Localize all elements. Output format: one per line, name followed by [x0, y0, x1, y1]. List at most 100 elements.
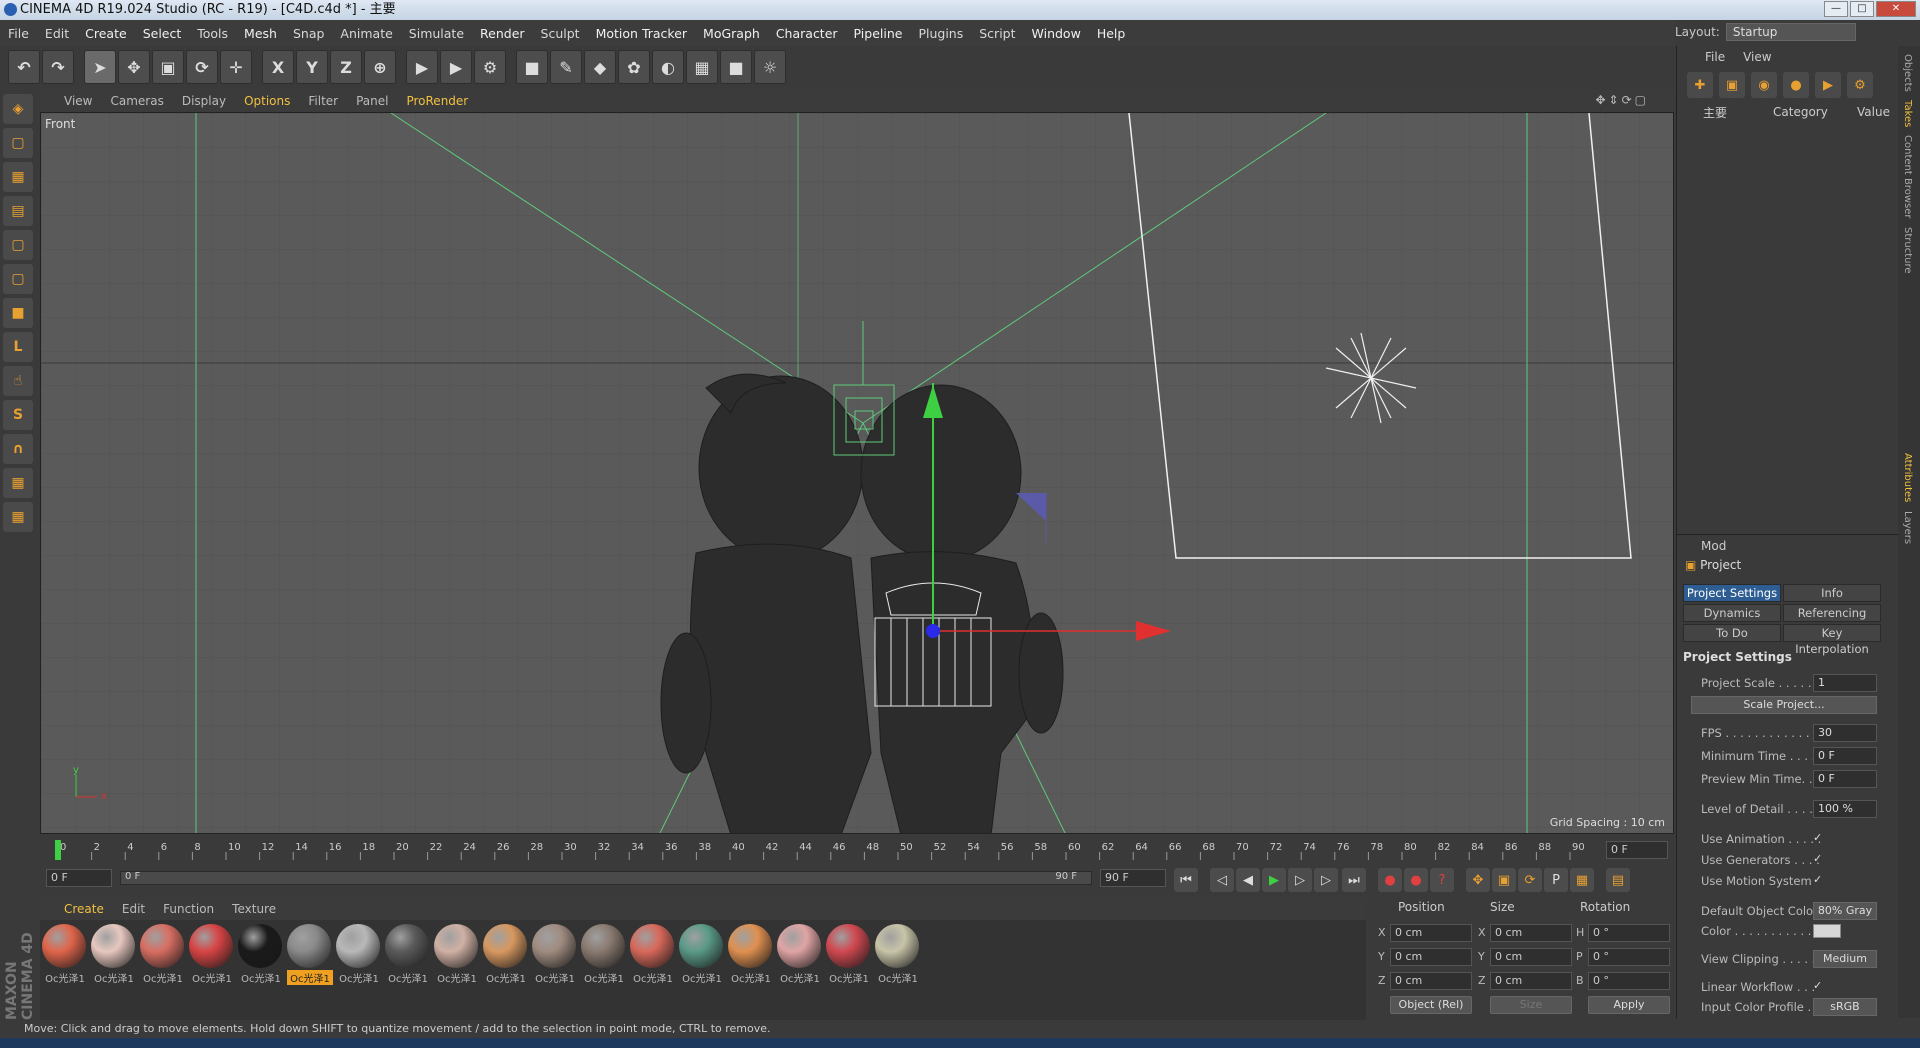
fps-field[interactable]: 30: [1813, 724, 1877, 742]
go-to-end-icon[interactable]: ⏭: [1342, 868, 1366, 892]
minimum-time-field[interactable]: 0 F: [1813, 747, 1877, 765]
camera-icon[interactable]: ■: [720, 50, 752, 84]
previous-key-icon[interactable]: ◁: [1210, 868, 1234, 892]
z-axis-lock-button[interactable]: Z: [330, 50, 362, 84]
key-parameter-icon[interactable]: P: [1544, 868, 1568, 892]
coordinate-system-icon[interactable]: ⊕: [364, 50, 396, 84]
menu-select[interactable]: Select: [143, 26, 182, 41]
subdivision-icon[interactable]: ◆: [584, 50, 616, 84]
input-color-profile-dropdown[interactable]: sRGB: [1813, 998, 1877, 1016]
material-swatch[interactable]: Oc光泽1: [336, 924, 382, 986]
position-x-field[interactable]: 0 cm: [1390, 924, 1472, 942]
render-view-icon[interactable]: ▶: [406, 50, 438, 84]
magnet-icon[interactable]: ∩: [3, 434, 33, 464]
key-rotation-icon[interactable]: ⟳: [1518, 868, 1542, 892]
attribute-mode-menu[interactable]: Mod: [1701, 539, 1726, 553]
material-swatch[interactable]: Oc光泽1: [140, 924, 186, 986]
tab-info[interactable]: Info: [1783, 584, 1881, 602]
size-x-field[interactable]: 0 cm: [1490, 924, 1572, 942]
viewport-menu-filter[interactable]: Filter: [308, 94, 338, 108]
pen-spline-icon[interactable]: ✎: [550, 50, 582, 84]
material-menu-texture[interactable]: Texture: [232, 902, 276, 916]
take-render-icon[interactable]: ▶: [1815, 72, 1841, 98]
material-menu-create[interactable]: Create: [64, 902, 104, 916]
previous-frame-icon[interactable]: ◀: [1236, 868, 1260, 892]
size-y-field[interactable]: 0 cm: [1490, 948, 1572, 966]
coordinate-mode-dropdown[interactable]: Object (Rel): [1390, 996, 1472, 1014]
menu-mesh[interactable]: Mesh: [244, 26, 277, 41]
lock-workplane-icon[interactable]: ▦: [3, 468, 33, 498]
viewport-menu-cameras[interactable]: Cameras: [110, 94, 163, 108]
menu-script[interactable]: Script: [979, 26, 1015, 41]
record-keys-icon[interactable]: ●: [1378, 868, 1402, 892]
menu-pipeline[interactable]: Pipeline: [854, 26, 903, 41]
menu-render[interactable]: Render: [480, 26, 525, 41]
side-tab-layers[interactable]: Layers: [1902, 511, 1913, 544]
tweak-mode-icon[interactable]: ☝: [3, 366, 33, 396]
model-mode-icon[interactable]: ▢: [3, 128, 33, 158]
make-editable-icon[interactable]: ◈: [3, 94, 33, 124]
menu-file[interactable]: File: [8, 26, 29, 41]
preview-min-time-field[interactable]: 0 F: [1813, 770, 1877, 788]
menu-snap[interactable]: Snap: [293, 26, 324, 41]
live-move-icon[interactable]: ✛: [220, 50, 252, 84]
menu-plugins[interactable]: Plugins: [918, 26, 963, 41]
material-swatch[interactable]: Oc光泽1: [630, 924, 676, 986]
color-swatch[interactable]: [1813, 924, 1841, 938]
take-lock-icon[interactable]: ●: [1783, 72, 1809, 98]
object-menu-view[interactable]: View: [1743, 50, 1771, 64]
maximize-button[interactable]: □: [1850, 1, 1874, 17]
material-swatch[interactable]: Oc光泽1: [434, 924, 480, 986]
timeline-window-icon[interactable]: ▤: [1606, 868, 1630, 892]
rotation-p-field[interactable]: 0 °: [1588, 948, 1670, 966]
material-swatch[interactable]: Oc光泽1: [189, 924, 235, 986]
use-generators-checkbox[interactable]: ✓: [1813, 853, 1825, 865]
viewport-menu-display[interactable]: Display: [182, 94, 226, 108]
end-frame-field[interactable]: 90 F: [1100, 869, 1166, 887]
key-pla-icon[interactable]: ▦: [1570, 868, 1594, 892]
scale-project-button[interactable]: Scale Project...: [1691, 696, 1877, 714]
snap-icon[interactable]: S: [3, 400, 33, 430]
material-swatch[interactable]: Oc光泽1: [532, 924, 578, 986]
rotation-h-field[interactable]: 0 °: [1588, 924, 1670, 942]
use-animation-checkbox[interactable]: ✓: [1813, 832, 1825, 844]
frame-range-slider[interactable]: 0 F 90 F: [120, 871, 1092, 885]
move-tool-icon[interactable]: ✥: [118, 50, 150, 84]
rotation-b-field[interactable]: 0 °: [1588, 972, 1670, 990]
use-motion-system-checkbox[interactable]: ✓: [1813, 874, 1825, 886]
undo-icon[interactable]: ↶: [8, 50, 40, 84]
material-swatch[interactable]: Oc光泽1: [826, 924, 872, 986]
key-position-icon[interactable]: ✥: [1466, 868, 1490, 892]
redo-icon[interactable]: ↷: [42, 50, 74, 84]
select-arrow-icon[interactable]: ➤: [84, 50, 116, 84]
material-swatch[interactable]: Oc光泽1: [483, 924, 529, 986]
view-clipping-dropdown[interactable]: Medium: [1813, 950, 1877, 968]
start-frame-field[interactable]: 0 F: [46, 869, 112, 887]
apply-button[interactable]: Apply: [1588, 996, 1670, 1014]
material-swatch[interactable]: Oc光泽1: [581, 924, 627, 986]
menu-create[interactable]: Create: [85, 26, 127, 41]
side-tab-takes[interactable]: Takes: [1902, 100, 1913, 127]
size-mode-dropdown[interactable]: Size: [1490, 996, 1572, 1014]
side-tab-content-browser[interactable]: Content Browser: [1902, 135, 1913, 218]
material-swatch[interactable]: Oc光泽1: [238, 924, 284, 986]
menu-animate[interactable]: Animate: [340, 26, 392, 41]
menu-help[interactable]: Help: [1097, 26, 1126, 41]
render-settings-icon[interactable]: ⚙: [474, 50, 506, 84]
go-to-start-icon[interactable]: ⏮: [1174, 868, 1198, 892]
key-scale-icon[interactable]: ▣: [1492, 868, 1516, 892]
material-swatch[interactable]: Oc光泽1: [728, 924, 774, 986]
cube-icon[interactable]: ■: [516, 50, 548, 84]
menu-tools[interactable]: Tools: [197, 26, 228, 41]
viewport-menu-view[interactable]: View: [64, 94, 92, 108]
tab-key-interpolation[interactable]: Key Interpolation: [1783, 624, 1881, 656]
material-swatch[interactable]: Oc光泽1: [91, 924, 137, 986]
scale-tool-icon[interactable]: ▣: [152, 50, 184, 84]
close-button[interactable]: ✕: [1876, 1, 1916, 17]
side-tab-structure[interactable]: Structure: [1902, 227, 1913, 274]
viewport-navigation-icons[interactable]: ✥⇕⟳▢: [1595, 93, 1649, 107]
viewport-menu-prorender[interactable]: ProRender: [406, 94, 468, 108]
side-tab-objects[interactable]: Objects: [1902, 54, 1913, 92]
keyframe-selection-icon[interactable]: ?: [1430, 868, 1454, 892]
material-swatch[interactable]: Oc光泽1: [875, 924, 921, 986]
